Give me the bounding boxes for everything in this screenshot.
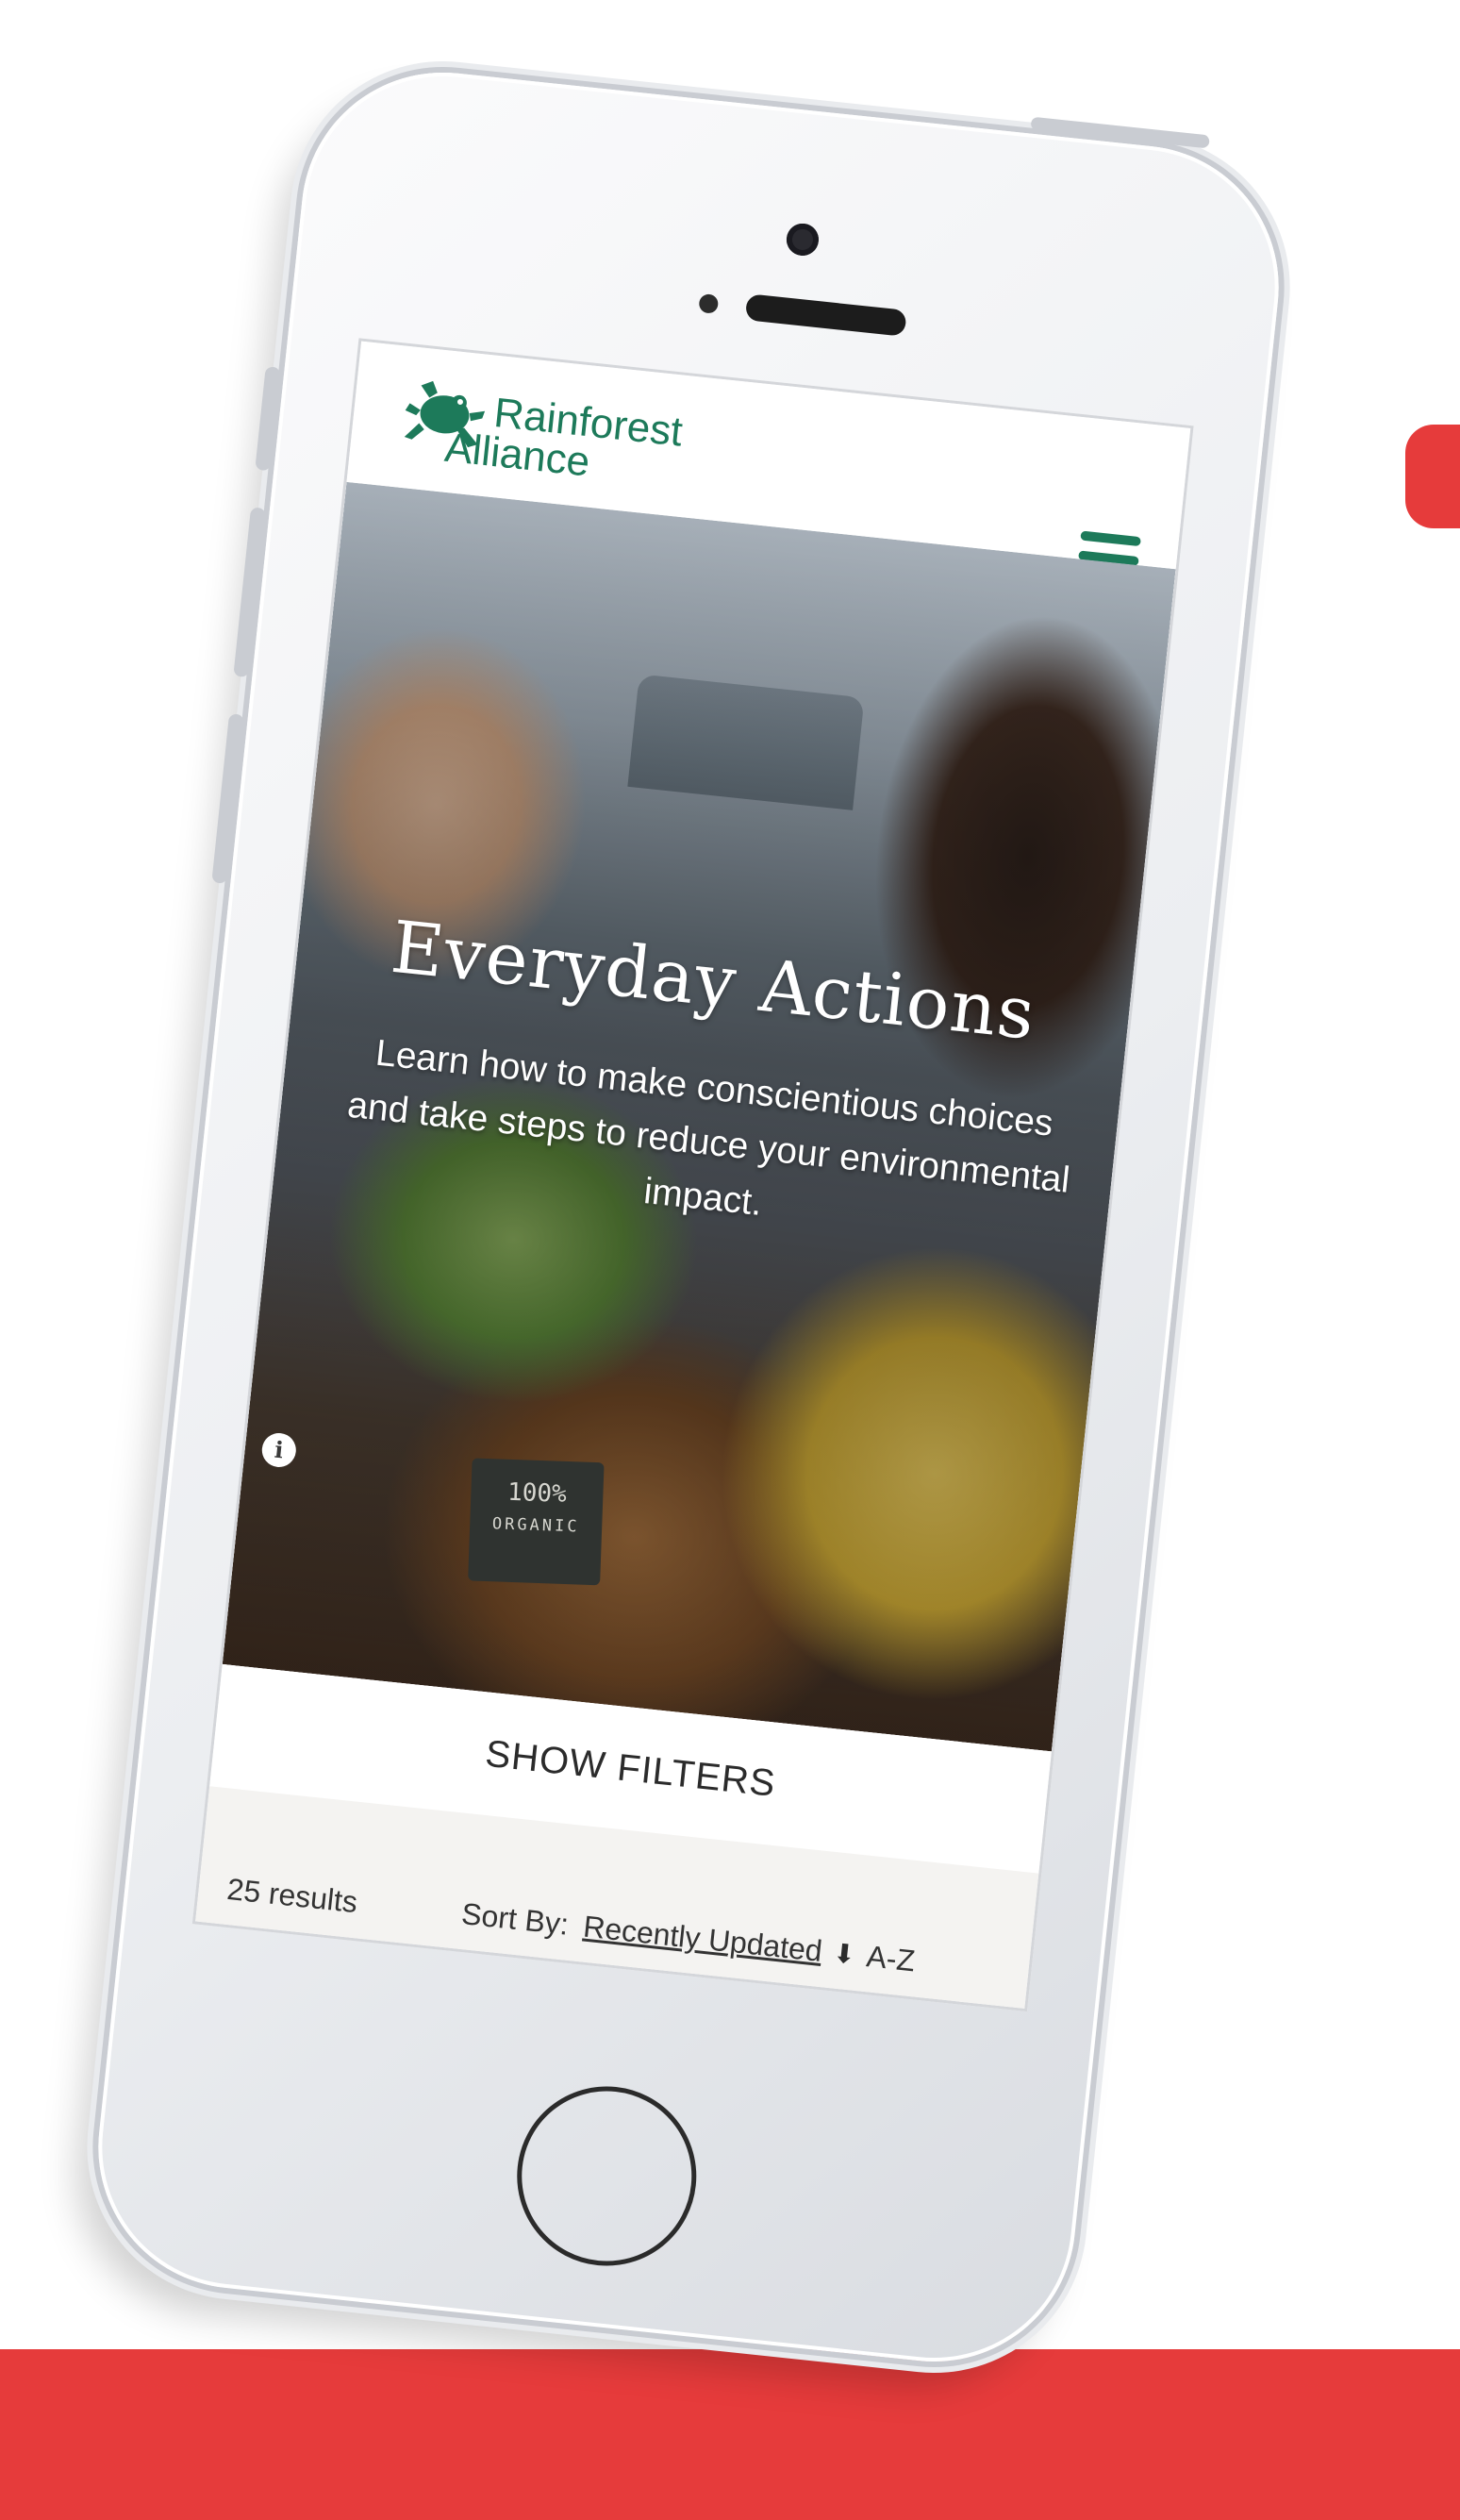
hero-banner: 100% ORGANIC Everyday Actions Learn how … — [222, 481, 1176, 1752]
volume-down-button — [211, 713, 245, 884]
brand-logo[interactable]: Rainforest Alliance — [396, 375, 686, 492]
mute-switch — [255, 366, 281, 472]
volume-up-button — [233, 507, 267, 678]
sort-label: Sort By: — [459, 1896, 571, 1942]
sort-option-recently-updated[interactable]: Recently Updated — [582, 1910, 824, 1969]
chalkboard-line2: ORGANIC — [491, 1514, 580, 1537]
background-red-shape — [1405, 425, 1460, 528]
chalkboard-sign: 100% ORGANIC — [468, 1458, 605, 1586]
power-button — [1030, 116, 1210, 149]
phone-screen: Rainforest Alliance 100% ORGANIC Everyda… — [191, 338, 1194, 2012]
results-count: 25 results — [225, 1871, 359, 1920]
sort-controls: Sort By: Recently Updated ⬇ A-Z — [460, 1896, 917, 1978]
phone-mockup: Rainforest Alliance 100% ORGANIC Everyda… — [38, 9, 1358, 2510]
proximity-sensor — [698, 292, 720, 314]
front-camera — [785, 222, 821, 258]
brand-name: Rainforest Alliance — [442, 384, 685, 492]
chalkboard-line1: 100% — [506, 1477, 568, 1509]
down-arrow-icon[interactable]: ⬇ — [832, 1937, 857, 1970]
earpiece-speaker — [744, 293, 907, 337]
home-button[interactable] — [507, 2078, 705, 2275]
sort-option-a-z[interactable]: A-Z — [865, 1939, 917, 1978]
show-filters-button[interactable]: SHOW FILTERS — [484, 1732, 778, 1805]
chalkboard-text: 100% ORGANIC — [470, 1475, 604, 1544]
menu-bar — [1080, 530, 1141, 547]
phone-body: Rainforest Alliance 100% ORGANIC Everyda… — [84, 58, 1293, 2376]
